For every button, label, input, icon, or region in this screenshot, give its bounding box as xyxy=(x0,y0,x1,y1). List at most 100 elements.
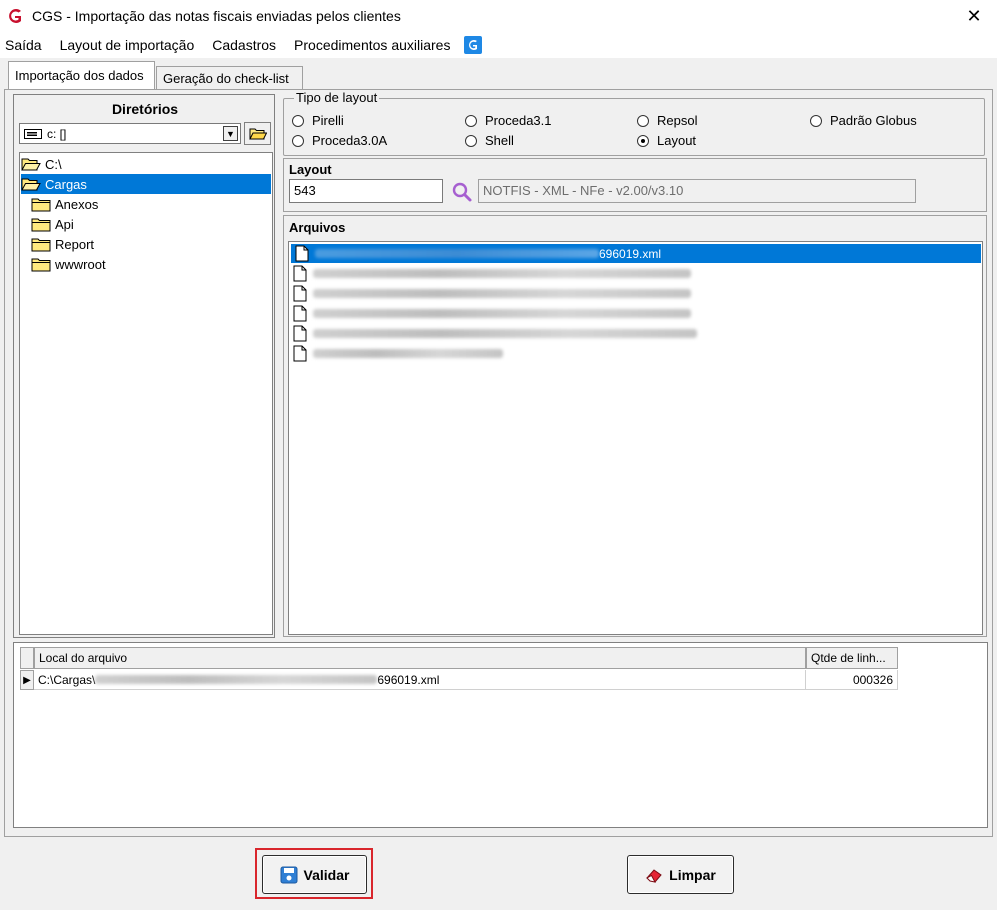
tree-item-label: Cargas xyxy=(45,176,87,192)
file-item[interactable] xyxy=(289,284,982,303)
menu-cadastros[interactable]: Cadastros xyxy=(212,37,276,53)
eraser-icon xyxy=(646,868,662,883)
radio-repsol[interactable]: Repsol xyxy=(637,113,697,128)
layout-type-legend: Tipo de layout xyxy=(294,90,380,105)
radio-indicator[interactable] xyxy=(292,134,304,147)
file-item[interactable] xyxy=(289,264,982,283)
folder-icon xyxy=(31,238,51,251)
folder-icon xyxy=(31,218,51,231)
menu-procedimentos-auxiliares[interactable]: Procedimentos auxiliares xyxy=(294,37,450,53)
tree-item-report[interactable]: Report xyxy=(31,234,94,254)
radio-label: Layout xyxy=(657,133,697,148)
tree-item-label: C:\ xyxy=(45,156,62,172)
radio-proceda30a[interactable]: Proceda3.0A xyxy=(292,133,387,148)
file-item[interactable] xyxy=(289,324,982,343)
directories-title: Diretórios xyxy=(111,101,179,117)
cell-local-arquivo[interactable]: C:\Cargas\ 696019.xml xyxy=(34,670,806,690)
validar-label: Validar xyxy=(303,866,350,883)
blurred-filename xyxy=(313,309,691,318)
cgs-logo-icon xyxy=(9,9,21,23)
file-grid[interactable]: Local do arquivo Qtde de linh... ▶ C:\Ca… xyxy=(13,642,988,828)
tree-item-c-root[interactable]: C:\ xyxy=(21,154,62,174)
tab-geracao-check-list[interactable]: Geração do check-list xyxy=(156,66,303,89)
folder-icon xyxy=(31,198,51,211)
folder-icon xyxy=(31,258,51,271)
menu-bar: Saída Layout de importação Cadastros Pro… xyxy=(0,32,997,58)
grid-row[interactable]: ▶ C:\Cargas\ 696019.xml 000326 xyxy=(20,670,898,690)
tree-item-label: Report xyxy=(55,236,95,252)
menu-layout-importacao[interactable]: Layout de importação xyxy=(60,37,195,53)
radio-indicator[interactable] xyxy=(810,114,822,127)
radio-indicator-checked[interactable] xyxy=(637,134,649,147)
file-name-suffix: 696019.xml xyxy=(599,246,662,261)
search-icon[interactable] xyxy=(451,181,473,203)
drive-select[interactable]: c: [] ▼ xyxy=(19,123,241,144)
tree-item-label: Api xyxy=(55,216,74,232)
window-title: CGS - Importação das notas fiscais envia… xyxy=(32,8,401,24)
tree-item-wwwroot[interactable]: wwwroot xyxy=(31,254,106,274)
radio-indicator[interactable] xyxy=(292,114,304,127)
path-prefix: C:\Cargas\ xyxy=(38,672,96,687)
blurred-path xyxy=(95,675,378,684)
file-item[interactable] xyxy=(289,344,982,363)
files-label: Arquivos xyxy=(289,220,346,235)
tree-item-cargas[interactable]: Cargas xyxy=(21,174,271,194)
column-qtde-linhas[interactable]: Qtde de linh... xyxy=(806,647,898,669)
open-folder-icon xyxy=(21,178,41,190)
directories-panel: Diretórios c: [] ▼ C:\ Cargas Anexos Api… xyxy=(13,94,275,638)
layout-group: Layout 543 NOTFIS - XML - NFe - v2.00/v3… xyxy=(283,158,987,212)
files-group: Arquivos 696019.xml xyxy=(283,215,987,637)
layout-code-input[interactable]: 543 xyxy=(289,179,443,203)
radio-label: Repsol xyxy=(657,113,698,128)
title-bar: CGS - Importação das notas fiscais envia… xyxy=(0,0,997,32)
save-disk-icon xyxy=(280,866,298,883)
radio-label: Shell xyxy=(485,133,514,148)
radio-label: Padrão Globus xyxy=(830,113,917,128)
cgs-g-icon[interactable] xyxy=(464,36,483,54)
menu-saida[interactable]: Saída xyxy=(5,37,42,53)
radio-indicator[interactable] xyxy=(465,134,477,147)
grid-header: Local do arquivo Qtde de linh... xyxy=(20,647,898,669)
radio-label: Pirelli xyxy=(312,113,344,128)
cell-qtde-linhas[interactable]: 000326 xyxy=(806,670,898,690)
radio-pirelli[interactable]: Pirelli xyxy=(292,113,344,128)
drive-icon xyxy=(24,128,42,139)
tree-item-anexos[interactable]: Anexos xyxy=(31,194,98,214)
file-icon xyxy=(293,265,307,282)
column-local-arquivo[interactable]: Local do arquivo xyxy=(34,647,806,669)
layout-type-group: Tipo de layout Pirelli Proceda3.1 Repsol… xyxy=(283,90,985,156)
file-item[interactable] xyxy=(289,304,982,323)
tab-importacao-dados[interactable]: Importação dos dados xyxy=(8,61,155,89)
open-folder-icon xyxy=(21,158,41,170)
file-icon xyxy=(293,345,307,362)
radio-proceda31[interactable]: Proceda3.1 xyxy=(465,113,552,128)
blurred-filename xyxy=(313,329,697,338)
radio-shell[interactable]: Shell xyxy=(465,133,514,148)
radio-indicator[interactable] xyxy=(465,114,477,127)
directory-tree[interactable]: C:\ Cargas Anexos Api Report wwwroot xyxy=(19,152,273,635)
radio-layout[interactable]: Layout xyxy=(637,133,696,148)
limpar-button[interactable]: Limpar xyxy=(627,855,734,894)
blurred-filename xyxy=(315,249,599,258)
blurred-filename xyxy=(313,289,691,298)
blurred-filename xyxy=(313,349,503,358)
open-folder-icon xyxy=(248,128,267,139)
file-icon xyxy=(295,245,309,262)
browse-folder-button[interactable] xyxy=(244,122,271,145)
blurred-filename xyxy=(313,269,691,278)
validar-button[interactable]: Validar xyxy=(262,855,367,894)
tree-item-label: Anexos xyxy=(55,196,99,212)
tree-item-api[interactable]: Api xyxy=(31,214,74,234)
file-icon xyxy=(293,285,307,302)
radio-padrao-globus[interactable]: Padrão Globus xyxy=(810,113,917,128)
file-item[interactable]: 696019.xml xyxy=(291,244,981,263)
close-button[interactable]: ✕ xyxy=(951,0,997,32)
dropdown-arrow-icon[interactable]: ▼ xyxy=(223,126,238,141)
file-list[interactable]: 696019.xml xyxy=(288,241,983,635)
file-icon xyxy=(293,325,307,342)
radio-indicator[interactable] xyxy=(637,114,649,127)
radio-label: Proceda3.0A xyxy=(312,133,388,148)
row-pointer-icon: ▶ xyxy=(20,670,34,690)
grid-indicator-header xyxy=(20,647,34,669)
drive-value: c: [] xyxy=(47,126,67,141)
